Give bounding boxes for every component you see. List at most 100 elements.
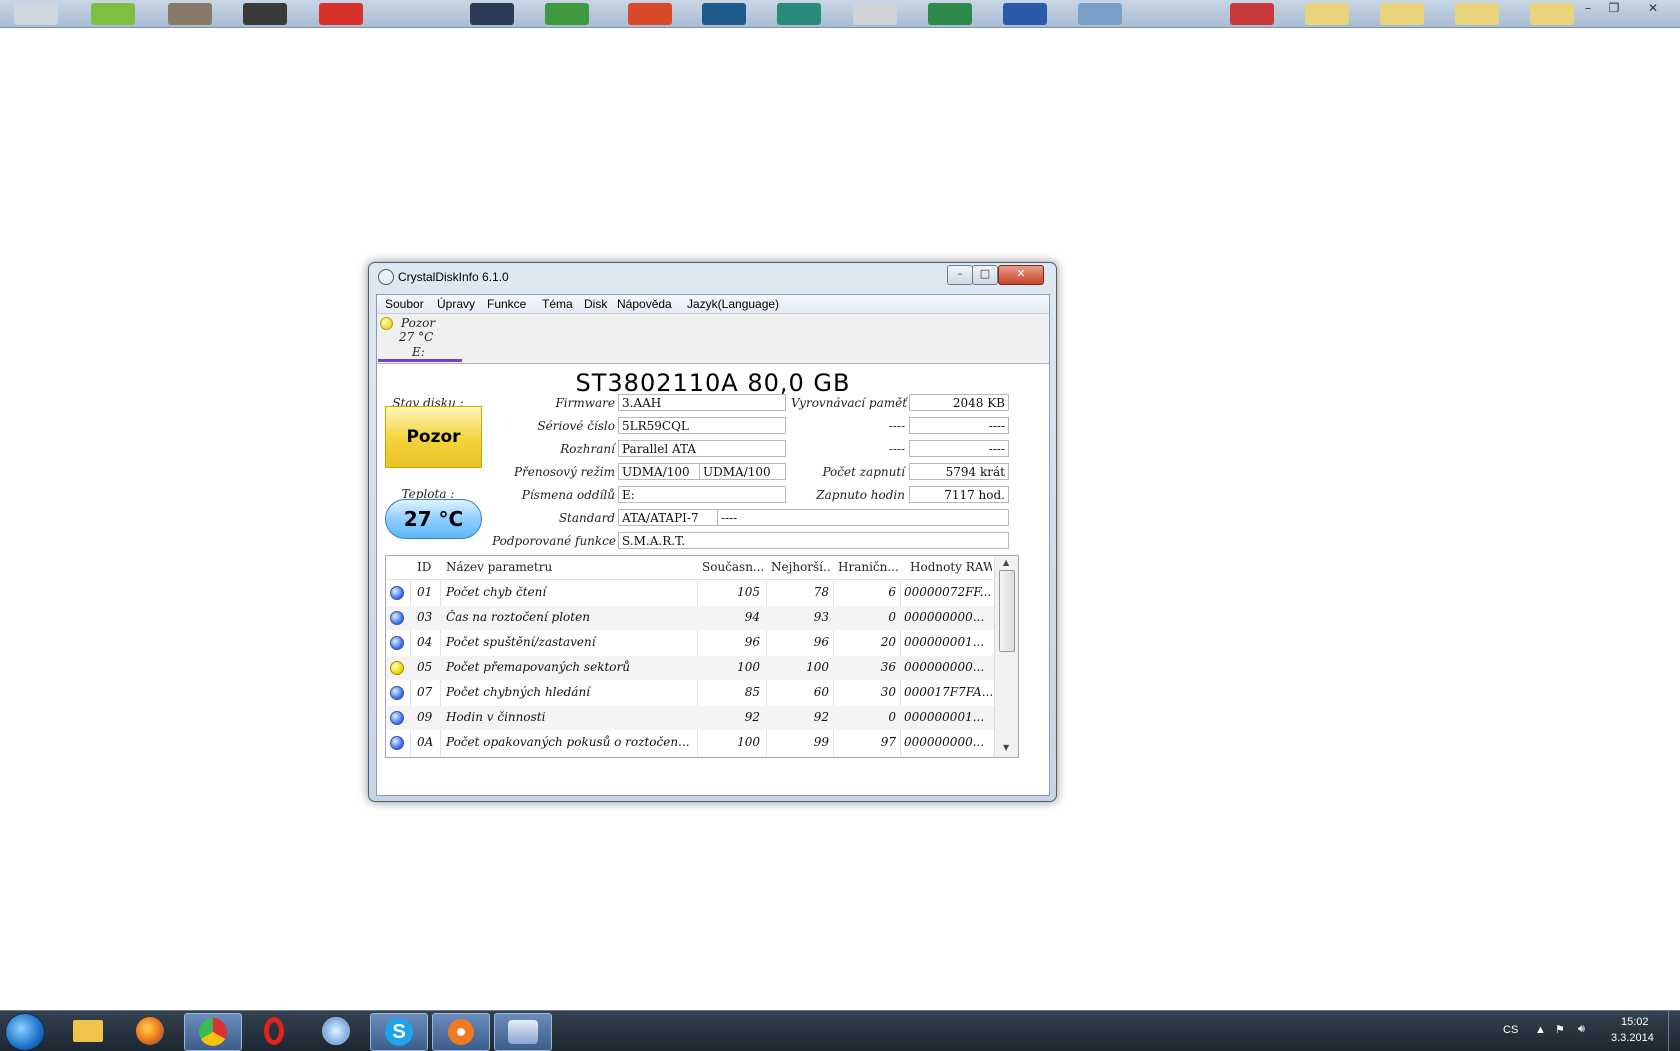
status-dot-icon: [390, 711, 404, 725]
cell-threshold: 36: [880, 660, 896, 674]
launcher-icon-16[interactable]: [1305, 3, 1349, 25]
launcher-icon-4[interactable]: [243, 3, 287, 25]
table-row[interactable]: 07 Počet chybných hledání 85 60 30 000017F7FA…: [386, 681, 994, 705]
start-button[interactable]: [5, 1013, 45, 1051]
header-name[interactable]: Název parametru: [446, 560, 552, 574]
launcher-icon-1[interactable]: [14, 3, 58, 25]
cell-current: 105: [737, 585, 760, 599]
launcher-icon-14[interactable]: [1078, 3, 1122, 25]
header-worst[interactable]: Nejhorší...: [771, 560, 831, 574]
show-desktop-button[interactable]: [1668, 1011, 1680, 1051]
volume-icon[interactable]: 🔊︎: [1578, 1023, 1585, 1036]
maximize-button[interactable]: □: [972, 265, 998, 285]
scroll-up-icon[interactable]: ▲: [1003, 558, 1009, 567]
launcher-icon-10[interactable]: [777, 3, 821, 25]
interface-label: Rozhraní: [560, 442, 615, 456]
transfer-mode-current: UDMA/100: [618, 463, 700, 480]
table-row[interactable]: 05 Počet přemapovaných sektorů 100 100 36 000…: [386, 656, 994, 680]
launcher-icon-7[interactable]: [545, 3, 589, 25]
cell-current: 100: [737, 660, 760, 674]
minimize-button[interactable]: –: [947, 265, 973, 285]
table-row[interactable]: 0A Počet opakovaných pokusů o roztočen...…: [386, 731, 994, 755]
scroll-down-icon[interactable]: ▼: [1003, 743, 1009, 752]
opera-icon[interactable]: [246, 1013, 302, 1049]
skype-icon[interactable]: S: [370, 1013, 428, 1051]
top-launcher-bar: – ❐ ✕: [0, 0, 1680, 28]
cell-name: Čas na roztočení ploten: [446, 610, 590, 624]
standard-field: ATA/ATAPI-7: [618, 509, 718, 526]
header-current[interactable]: Současn...: [702, 560, 764, 574]
drive-tab-e[interactable]: Pozor 27 °C E:: [377, 314, 463, 363]
launcher-icon-9[interactable]: [702, 3, 746, 25]
smart-attributes-table[interactable]: ID Název parametru Současn... Nejhorší..…: [385, 555, 1019, 758]
launcher-icon-17[interactable]: [1380, 3, 1424, 25]
drive-tab-temperature: 27 °C: [399, 330, 434, 344]
clock-date[interactable]: 3.3.2014: [1611, 1032, 1654, 1044]
temperature-badge[interactable]: 27 °C: [385, 499, 482, 539]
menu-funkce[interactable]: Funkce: [487, 297, 526, 311]
buffer-field: 2048 KB: [909, 394, 1009, 411]
tray-expand-icon[interactable]: ▲: [1535, 1024, 1546, 1036]
launcher-icon-15[interactable]: [1230, 3, 1274, 25]
launcher-icon-12[interactable]: [928, 3, 972, 25]
top-minimize-button[interactable]: –: [1575, 0, 1601, 16]
launcher-icon-8[interactable]: [628, 3, 672, 25]
launcher-icon-13[interactable]: [1003, 3, 1047, 25]
launcher-icon-3[interactable]: [168, 3, 212, 25]
cell-worst: 93: [813, 610, 829, 624]
menu-disk[interactable]: Disk: [584, 297, 607, 311]
header-threshold[interactable]: Hraničn...: [838, 560, 898, 574]
launcher-icon-6[interactable]: [470, 3, 514, 25]
table-scrollbar[interactable]: ▲ ▼: [994, 556, 1018, 757]
status-dot-icon: [390, 586, 404, 600]
launcher-icon-18[interactable]: [1455, 3, 1499, 25]
launcher-icon-19[interactable]: [1530, 3, 1574, 25]
safari-icon[interactable]: [308, 1013, 364, 1049]
language-indicator[interactable]: CS: [1503, 1024, 1518, 1036]
header-raw[interactable]: Hodnoty RAW: [910, 560, 992, 574]
table-row[interactable]: 01 Počet chyb čtení 105 78 6 00000072FF...: [386, 581, 994, 605]
transfer-mode-supported: UDMA/100: [699, 463, 786, 480]
menu-upravy[interactable]: Úpravy: [437, 297, 475, 311]
app-icon: [378, 269, 394, 285]
status-dot-icon: [390, 736, 404, 750]
folder-icon[interactable]: [60, 1013, 116, 1049]
status-dot-icon: [390, 686, 404, 700]
cell-worst: 96: [813, 635, 829, 649]
standard-secondary-field: ----: [717, 509, 1009, 526]
action-center-icon[interactable]: ⚑: [1555, 1023, 1565, 1036]
disk-model-title: ST3802110A 80,0 GB: [575, 369, 851, 397]
power-hours-label: Zapnuto hodin: [816, 488, 905, 502]
title-bar[interactable]: CrystalDiskInfo 6.1.0 – □ ✕: [369, 263, 1056, 289]
clock-time[interactable]: 15:02: [1621, 1016, 1649, 1028]
launcher-icon-5[interactable]: [319, 3, 363, 25]
table-row[interactable]: 09 Hodin v činnosti 92 92 0 000000001...: [386, 706, 994, 730]
firefox-icon[interactable]: [122, 1013, 178, 1049]
status-dot-icon: [390, 611, 404, 625]
menu-bar: Soubor Úpravy Funkce Téma Disk Nápověda …: [377, 295, 1049, 314]
launcher-icon-11[interactable]: [853, 3, 897, 25]
menu-tema[interactable]: Téma: [542, 297, 573, 311]
cell-raw: 000000001...: [904, 710, 985, 724]
chrome-icon[interactable]: [184, 1013, 242, 1051]
launcher-icon-2[interactable]: [91, 3, 135, 25]
close-button[interactable]: ✕: [998, 265, 1044, 285]
menu-soubor[interactable]: Soubor: [385, 297, 424, 311]
scroll-thumb[interactable]: [999, 570, 1015, 652]
header-id[interactable]: ID: [417, 560, 431, 574]
health-status-badge[interactable]: Pozor: [385, 406, 482, 468]
standard-label: Standard: [558, 511, 615, 525]
features-field: S.M.A.R.T.: [618, 532, 1009, 549]
serial-label: Sériové číslo: [537, 419, 615, 433]
media-icon[interactable]: [432, 1013, 490, 1051]
table-row[interactable]: 04 Počet spuštění/zastavení 96 96 20 00000000…: [386, 631, 994, 655]
transfer-mode-label: Přenosový režim: [514, 465, 615, 479]
cell-threshold: 30: [880, 685, 896, 699]
crystaldiskinfo-icon[interactable]: [494, 1013, 552, 1051]
menu-napoveda[interactable]: Nápověda: [617, 297, 672, 311]
table-row[interactable]: 03 Čas na roztočení ploten 94 93 0 000000000.…: [386, 606, 994, 630]
cell-name: Počet chyb čtení: [446, 585, 547, 599]
top-close-button[interactable]: ✕: [1640, 0, 1666, 16]
top-restore-button[interactable]: ❐: [1601, 0, 1627, 16]
menu-jazyk[interactable]: Jazyk(Language): [687, 297, 779, 311]
